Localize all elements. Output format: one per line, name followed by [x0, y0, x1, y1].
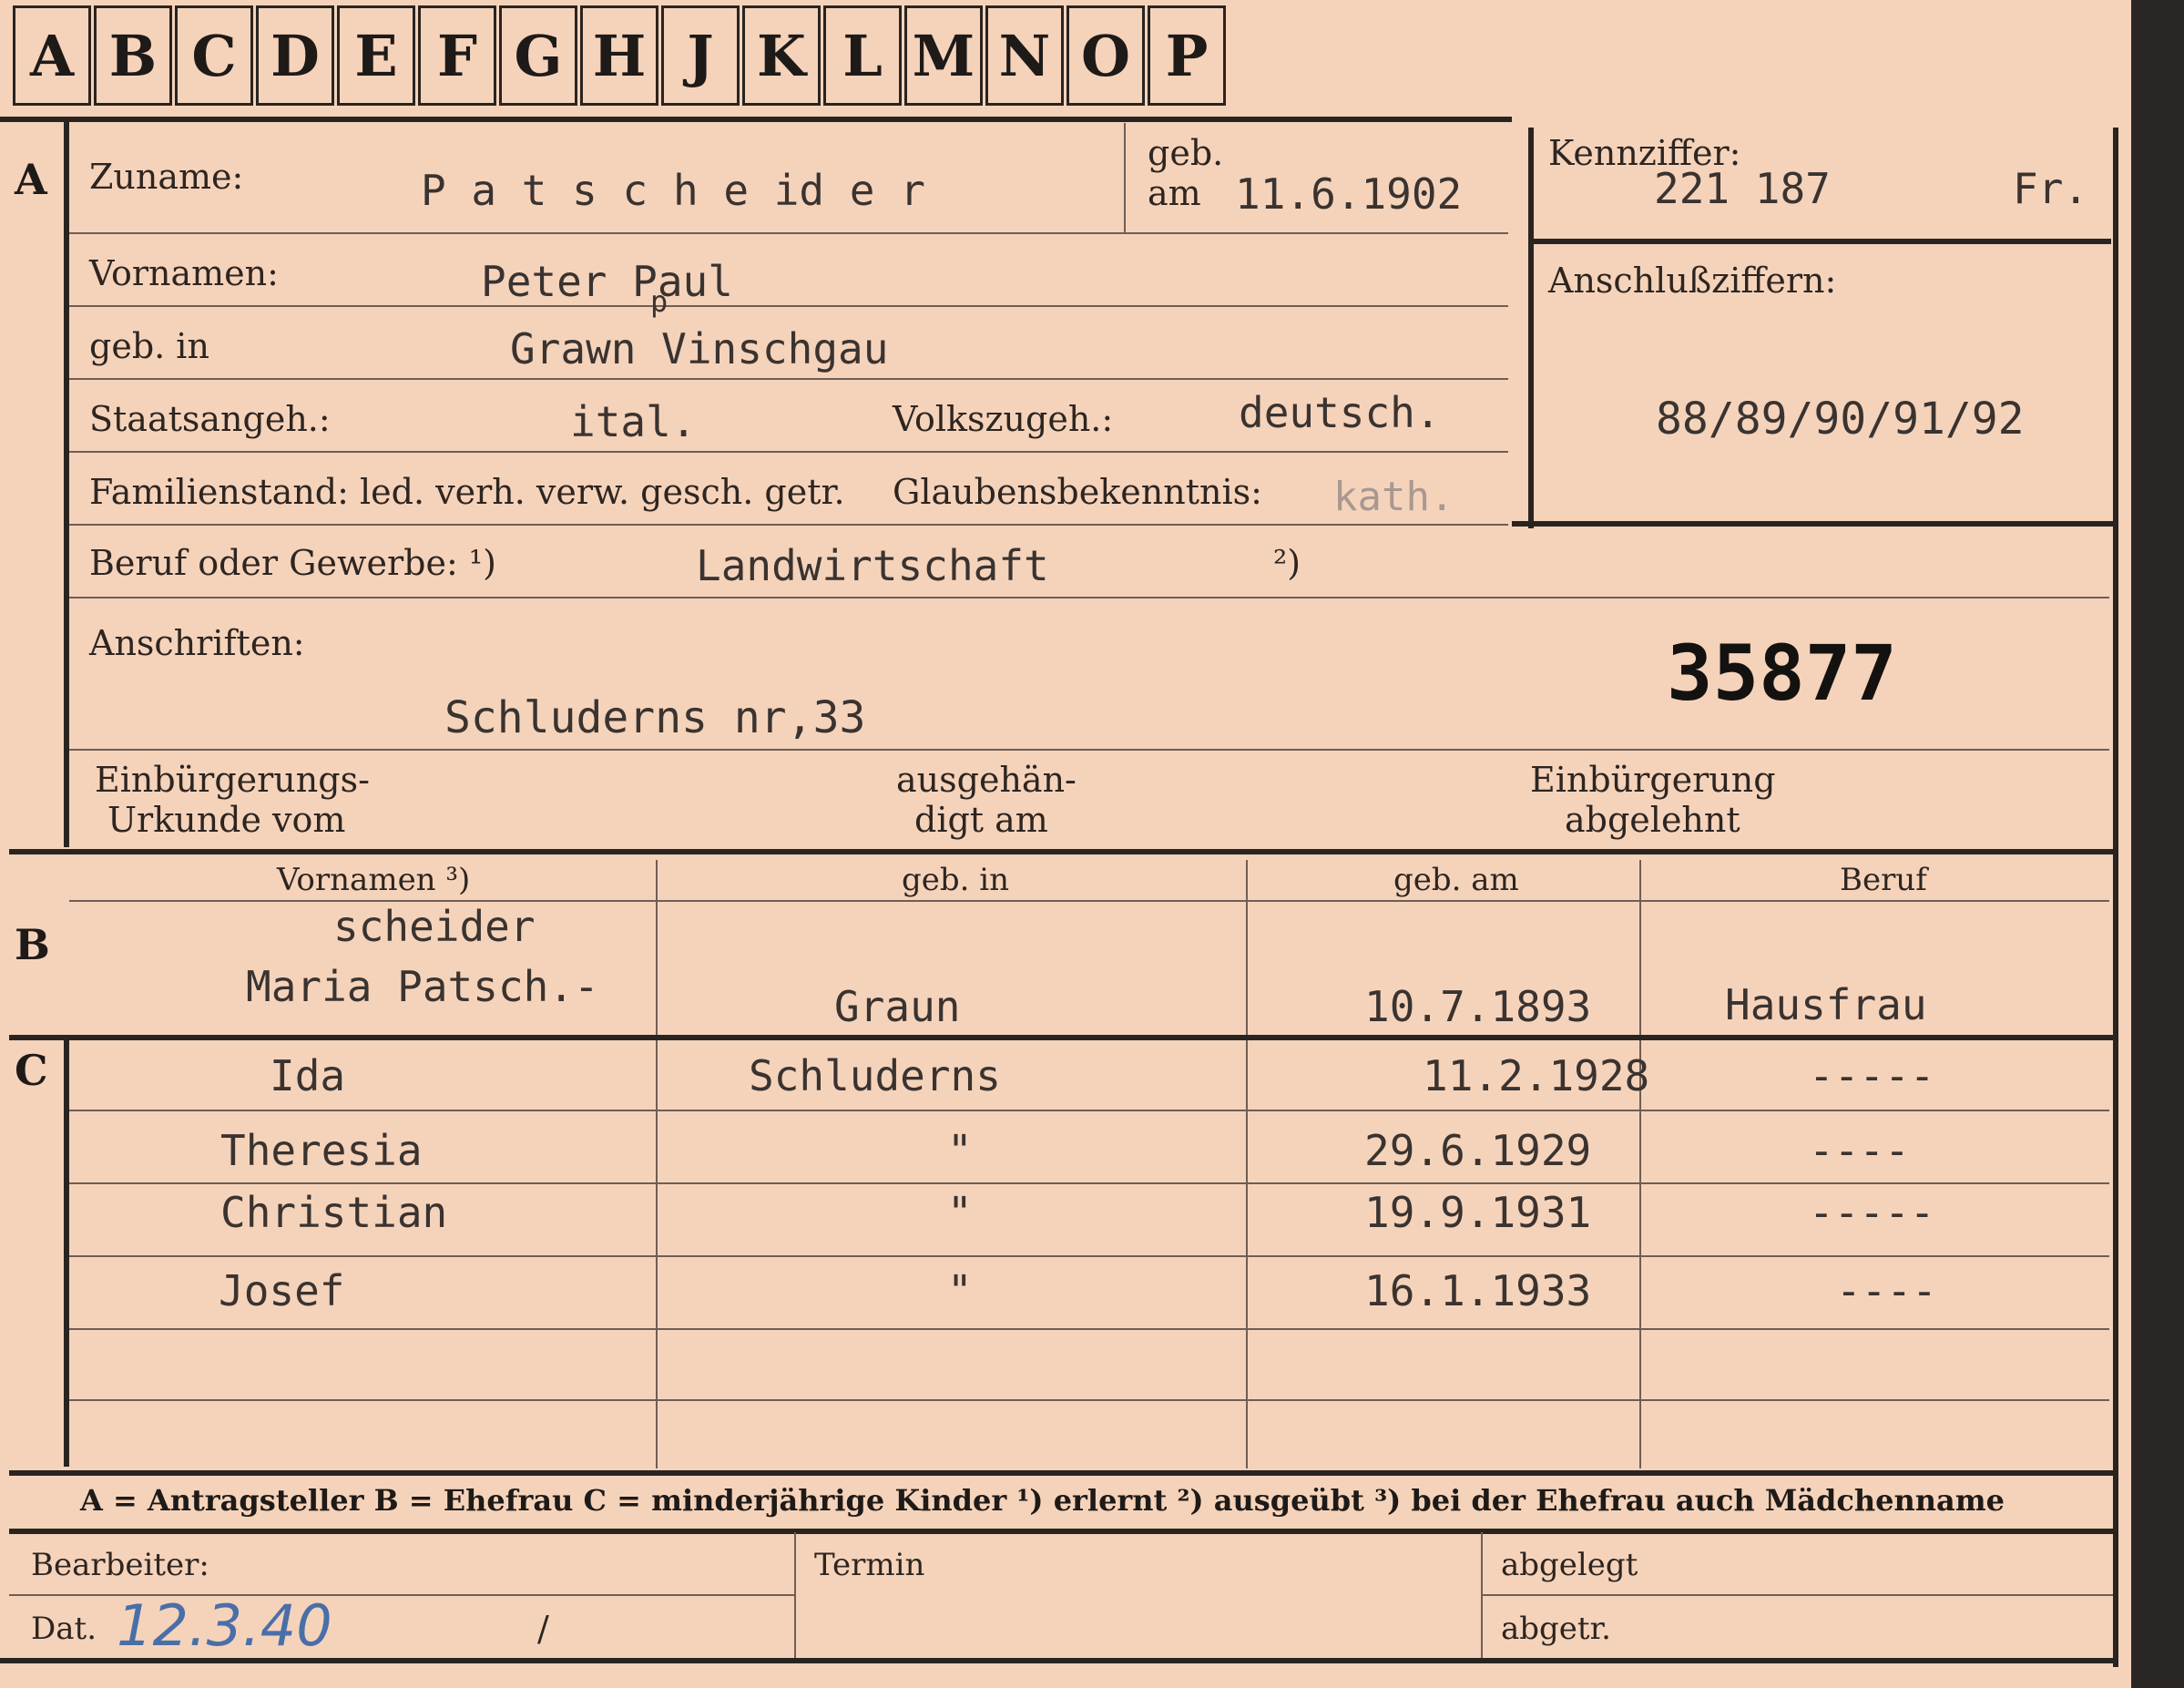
child-4-place: " — [947, 1266, 973, 1315]
left-rule-c — [64, 1038, 69, 1467]
spouse-name-line-2: Maria Patsch.- — [246, 962, 599, 1011]
letter-tab-d[interactable]: D — [256, 5, 334, 106]
staatsangehoerigkeit-label: Staatsangeh.: — [89, 399, 331, 439]
child-3-beruf: ----- — [1809, 1188, 1935, 1237]
legend: A = Antragsteller B = Ehefrau C = minder… — [80, 1483, 2005, 1518]
child-4-beruf: ---- — [1836, 1266, 1937, 1315]
index-card: ABCDEFGHJKLMNOP A B C Zuname: P a t s c … — [0, 0, 2131, 1688]
child-4-name: Josef — [219, 1266, 345, 1315]
stamp-number: 35877 — [1667, 629, 1897, 718]
header-geb-am: geb. am — [1393, 862, 1519, 898]
letter-tab-j[interactable]: J — [661, 5, 740, 106]
letter-tab-c[interactable]: C — [175, 5, 253, 106]
vornamen-correction: p — [650, 284, 668, 319]
volkszugehoerigkeit-label: Volkszugeh.: — [893, 399, 1114, 439]
datum-slash: / — [537, 1609, 549, 1649]
datum-label: Dat. — [31, 1611, 97, 1647]
surname-label: Zuname: — [89, 157, 244, 197]
section-marker-b: B — [15, 920, 50, 969]
child-1-place: Schluderns — [749, 1051, 1001, 1100]
ausgehaendigt-label-2: digt am — [914, 800, 1048, 840]
letter-tab-k[interactable]: K — [742, 5, 821, 106]
letter-tab-b[interactable]: B — [94, 5, 172, 106]
staatsangehoerigkeit-value: ital. — [570, 397, 697, 446]
top-rule — [0, 117, 1512, 122]
birthplace-value: Grawn Vinschgau — [510, 324, 889, 373]
header-geb-in: geb. in — [902, 862, 1010, 898]
anschlussziffern-value: 88/89/90/91/92 — [1656, 394, 2025, 445]
glaubensbekenntnis-value: kath. — [1333, 474, 1454, 520]
letter-tab-m[interactable]: M — [904, 5, 983, 106]
child-3-date: 19.9.1931 — [1364, 1188, 1592, 1237]
spouse-birthplace: Graun — [834, 982, 961, 1031]
volkszugehoerigkeit-value: deutsch. — [1239, 388, 1441, 437]
letter-tab-n[interactable]: N — [985, 5, 1064, 106]
letter-tab-f[interactable]: F — [418, 5, 496, 106]
bearbeiter-label: Bearbeiter: — [31, 1547, 209, 1583]
spouse-name-line-1: scheider — [333, 902, 536, 951]
anschrift-value: Schluderns nr,33 — [444, 692, 866, 743]
section-b-bottom-rule — [9, 1035, 2115, 1040]
legend-bottom-rule — [9, 1529, 2115, 1534]
section-c-bottom-rule — [9, 1470, 2115, 1476]
spouse-beruf: Hausfrau — [1725, 980, 1927, 1029]
am-label: am — [1148, 173, 1201, 213]
header-vornamen: Vornamen ³) — [277, 862, 471, 898]
spouse-birth-date: 10.7.1893 — [1364, 982, 1592, 1031]
child-3-place: " — [947, 1188, 973, 1237]
abgelegt-label: abgelegt — [1501, 1547, 1638, 1583]
glaubensbekenntnis-label: Glaubensbekenntnis: — [893, 472, 1262, 512]
kennziffer-number: 221 187 — [1654, 164, 1831, 213]
beruf-note: ²) — [1273, 543, 1301, 583]
letter-tab-h[interactable]: H — [580, 5, 658, 106]
child-1-name: Ida — [270, 1051, 346, 1100]
beruf-label: Beruf oder Gewerbe: ¹) — [89, 543, 496, 583]
vornamen-value: Peter Paul — [481, 257, 733, 306]
letter-tab-a[interactable]: A — [13, 5, 91, 106]
einbuergerung-label-2: Urkunde vom — [107, 800, 346, 840]
child-2-place: " — [947, 1126, 973, 1175]
child-2-beruf: ---- — [1809, 1126, 1910, 1175]
letter-tabs: ABCDEFGHJKLMNOP — [13, 5, 1229, 113]
letter-tab-p[interactable]: P — [1148, 5, 1226, 106]
kennziffer-suffix: Fr. — [2013, 164, 2089, 213]
child-1-beruf: ----- — [1809, 1051, 1935, 1100]
letter-tab-l[interactable]: L — [823, 5, 902, 106]
abgelehnt-label-2: abgelehnt — [1565, 800, 1740, 840]
child-3-name: Christian — [220, 1188, 448, 1237]
child-1-date: 11.2.1928 — [1423, 1051, 1650, 1100]
letter-tab-e[interactable]: E — [337, 5, 415, 106]
abgelehnt-label-1: Einbürgerung — [1530, 760, 1776, 800]
child-2-date: 29.6.1929 — [1364, 1126, 1592, 1175]
anschriften-label: Anschriften: — [89, 623, 305, 663]
beruf-value: Landwirtschaft — [696, 541, 1049, 590]
vornamen-label: Vornamen: — [89, 253, 279, 293]
child-2-name: Theresia — [220, 1126, 423, 1175]
anschlussziffern-label: Anschlußziffern: — [1548, 261, 1837, 301]
geb-divider — [1124, 123, 1126, 232]
abgetragen-label: abgetr. — [1501, 1611, 1611, 1647]
section-a-bottom-rule — [9, 849, 2115, 854]
ausgehaendigt-label-1: ausgehän- — [896, 760, 1077, 800]
right-rule — [2113, 128, 2118, 1667]
familienstand-label: Familienstand: led. verh. verw. gesch. g… — [89, 472, 845, 512]
geb-in-label: geb. in — [89, 326, 209, 366]
datum-value: 12.3.40 — [117, 1592, 332, 1659]
letter-tab-g[interactable]: G — [499, 5, 577, 106]
surname-value: P a t s c h e id e r — [421, 166, 925, 215]
section-marker-c: C — [15, 1046, 48, 1095]
einbuergerung-label-1: Einbürgerungs- — [95, 760, 370, 800]
child-4-date: 16.1.1933 — [1364, 1266, 1592, 1315]
termin-label: Termin — [814, 1547, 925, 1583]
left-rule-a — [64, 118, 69, 847]
birth-date-value: 11.6.1902 — [1235, 169, 1463, 219]
geb-label: geb. — [1148, 133, 1224, 173]
section-marker-a: A — [15, 155, 47, 204]
header-beruf: Beruf — [1840, 862, 1927, 898]
letter-tab-o[interactable]: O — [1066, 5, 1145, 106]
